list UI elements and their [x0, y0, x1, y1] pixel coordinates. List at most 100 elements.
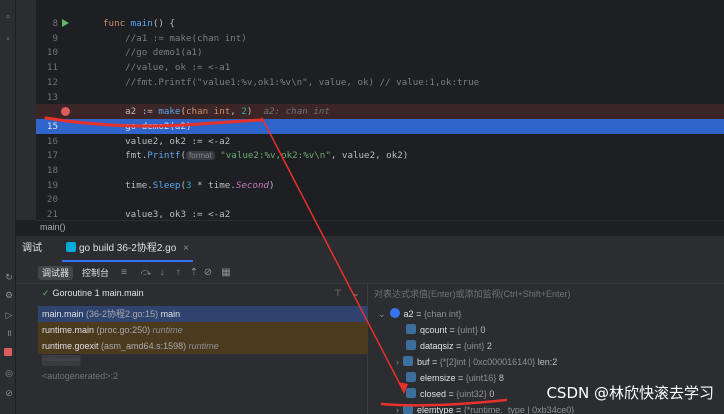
variable-row[interactable]: ⌄ a2 = {chan int}	[378, 306, 461, 322]
code-line[interactable]: 15 go demo2(a2)	[36, 118, 724, 134]
line-number[interactable]: 12	[36, 75, 58, 90]
debug-tabs: 调试 go build 36-2协程2.go ×	[16, 236, 724, 262]
mute-breakpoints-icon[interactable]: ⊘	[4, 388, 14, 398]
code-text: //value, ok := <-a1	[103, 60, 230, 75]
code-line[interactable]: 8 func main() {	[36, 16, 724, 31]
code-line[interactable]: 19 time.Sleep(3 * time.Second)	[36, 178, 724, 193]
line-number[interactable]: 11	[36, 60, 58, 75]
problems-icon[interactable]: ◦	[2, 34, 14, 46]
code-text: fmt.Printf(format "value2:%v,ok2:%v\n", …	[103, 148, 408, 163]
param-hint: format	[186, 151, 215, 161]
stop-icon[interactable]	[4, 348, 12, 356]
debug-panel-label[interactable]: 调试	[22, 236, 42, 262]
filter-icon[interactable]: ⊤	[334, 284, 342, 302]
variable-value: len:2	[537, 357, 558, 367]
menu-icon[interactable]: ≡	[118, 266, 130, 280]
frames-panel: ✓ Goroutine 1 main.main ⊤ ⌄ main.main (36…	[38, 284, 368, 414]
chevron-down-icon[interactable]: ⌄	[378, 309, 386, 319]
code-token: ,	[230, 106, 242, 118]
line-number[interactable]: 8	[36, 16, 58, 31]
frame-package: runtime	[152, 325, 183, 335]
frame-location: (proc.go:250)	[96, 325, 151, 335]
run-to-cursor-icon[interactable]: ⇡	[188, 266, 200, 280]
code-token: )	[246, 106, 264, 118]
code-token: "value2:%v,ok2:%v\n"	[214, 150, 331, 162]
chevron-down-icon[interactable]: ⌄	[352, 284, 360, 302]
line-number[interactable]: 17	[36, 148, 58, 163]
code-line[interactable]: 9 //a1 := make(chan int)	[36, 31, 724, 46]
breakpoint-icon[interactable]	[61, 107, 70, 117]
step-over-icon[interactable]: ⤼	[140, 266, 152, 280]
code-token: Sleep	[152, 179, 181, 191]
code-token: func	[103, 18, 131, 29]
resume-icon[interactable]: ▷	[4, 310, 14, 320]
thread-selector[interactable]: ✓ Goroutine 1 main.main ⊤ ⌄	[38, 284, 368, 302]
table-icon[interactable]: ▦	[220, 266, 232, 280]
variable-row[interactable]: closed = {uint32} 0	[406, 386, 494, 402]
field-icon	[406, 340, 416, 350]
code-line[interactable]: 11 //value, ok := <-a1	[36, 60, 724, 75]
check-icon: ✓	[42, 288, 50, 298]
line-number[interactable]: 19	[36, 178, 58, 193]
code-line[interactable]: a2 := make(chan int, 2) a2: chan int	[36, 104, 724, 120]
line-number[interactable]: 10	[36, 45, 58, 60]
line-number[interactable]: 16	[36, 134, 58, 149]
chevron-right-icon[interactable]: ›	[396, 405, 399, 414]
code-line[interactable]: 17 fmt.Printf(format "value2:%v,ok2:%v\n…	[36, 148, 724, 163]
line-number[interactable]: 20	[36, 192, 58, 207]
code-line[interactable]: 10 //go demo1(a1)	[36, 45, 724, 60]
code-token: make	[158, 106, 181, 118]
code-line[interactable]: 16 value2, ok2 := <-a2	[36, 134, 724, 149]
line-number[interactable]: 18	[36, 163, 58, 178]
terminal-icon[interactable]: ▫	[2, 12, 14, 24]
code-token: main	[130, 18, 153, 29]
pause-icon[interactable]: ॥	[4, 328, 14, 338]
settings-icon[interactable]: ⚙	[4, 290, 14, 300]
code-line[interactable]: 20	[36, 192, 724, 207]
code-line[interactable]: 12 //fmt.Printf("value1:%v,ok1:%v\n", va…	[36, 75, 724, 90]
run-gutter-icon[interactable]	[62, 19, 69, 27]
mute-icon[interactable]: ⊘	[202, 266, 214, 280]
variable-row[interactable]: elemsize = {uint16} 8	[406, 370, 504, 386]
tab-console[interactable]: 控制台	[78, 266, 113, 280]
rerun-icon[interactable]: ↻	[4, 272, 14, 282]
variable-value: 2	[486, 341, 492, 351]
step-into-icon[interactable]: ↓	[156, 266, 168, 280]
line-number[interactable]: 9	[36, 31, 58, 46]
variable-row[interactable]: › elemtype = {*runtime._type | 0xb34ce0}	[396, 402, 574, 414]
variable-row[interactable]: › buf = {*[2]int | 0xc000016140} len:2	[396, 354, 557, 370]
frame-location: (asm_amd64.s:1598)	[101, 341, 187, 351]
variable-row[interactable]: qcount = {uint} 0	[406, 322, 485, 338]
frame-name: runtime.goexit	[42, 341, 99, 351]
code-line[interactable]: 18	[36, 163, 724, 178]
evaluate-hint[interactable]: 对表达式求值(Enter)或添加监视(Ctrl+Shift+Enter)	[374, 286, 571, 302]
frame-item[interactable]: <autogenerated>:2	[38, 368, 368, 384]
tab-run-config[interactable]: go build 36-2协程2.go ×	[62, 236, 193, 262]
chevron-right-icon[interactable]: ›	[396, 357, 399, 367]
variable-value: 0	[489, 389, 495, 399]
line-number[interactable]: 13	[36, 90, 58, 105]
frame-name: ▒▒▒▒▒▒	[42, 355, 81, 365]
frame-item[interactable]: main.main (36-2协程2.go:15) main	[38, 306, 368, 322]
step-out-icon[interactable]: ↑	[172, 266, 184, 280]
code-text: //go demo1(a1)	[103, 45, 202, 60]
code-line[interactable]: 13	[36, 90, 724, 105]
variable-type: {uint32}	[456, 389, 487, 399]
variable-icon	[389, 308, 400, 318]
close-icon[interactable]: ×	[183, 243, 189, 254]
variable-type: {*[2]int | 0xc000016140}	[439, 357, 536, 367]
breakpoints-icon[interactable]: ◎	[4, 368, 14, 378]
field-icon	[406, 372, 416, 382]
frame-location: (36-2协程2.go:15)	[86, 309, 159, 319]
breadcrumb[interactable]: main()	[36, 220, 724, 234]
frame-name: <autogenerated>:2	[42, 371, 119, 381]
field-icon	[403, 356, 413, 366]
variable-name: elemtype	[417, 405, 454, 414]
variable-row[interactable]: dataqsiz = {uint} 2	[406, 338, 492, 354]
frame-item[interactable]: ▒▒▒▒▒▒	[38, 352, 368, 368]
tab-debugger[interactable]: 调试器	[38, 266, 74, 280]
frame-item[interactable]: runtime.main (proc.go:250) runtime	[38, 322, 368, 338]
line-number[interactable]: 15	[36, 119, 58, 134]
variable-value: 8	[498, 373, 504, 383]
code-token: Second	[235, 179, 270, 191]
